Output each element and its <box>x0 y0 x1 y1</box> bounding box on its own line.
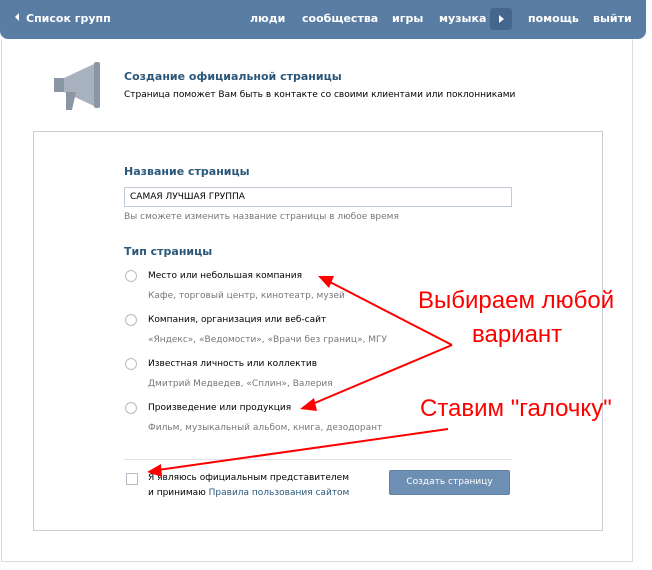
annotation-arrows <box>147 276 453 477</box>
arrow-to-checkbox <box>157 428 449 471</box>
arrowhead-3 <box>147 464 162 477</box>
annotation-variant: вариант <box>472 321 563 348</box>
annotation-put-checkmark: Ставим "галочку" <box>420 395 612 422</box>
arrowhead-2 <box>300 398 317 411</box>
annotation-choose-any: Выбираем любой <box>418 287 615 314</box>
